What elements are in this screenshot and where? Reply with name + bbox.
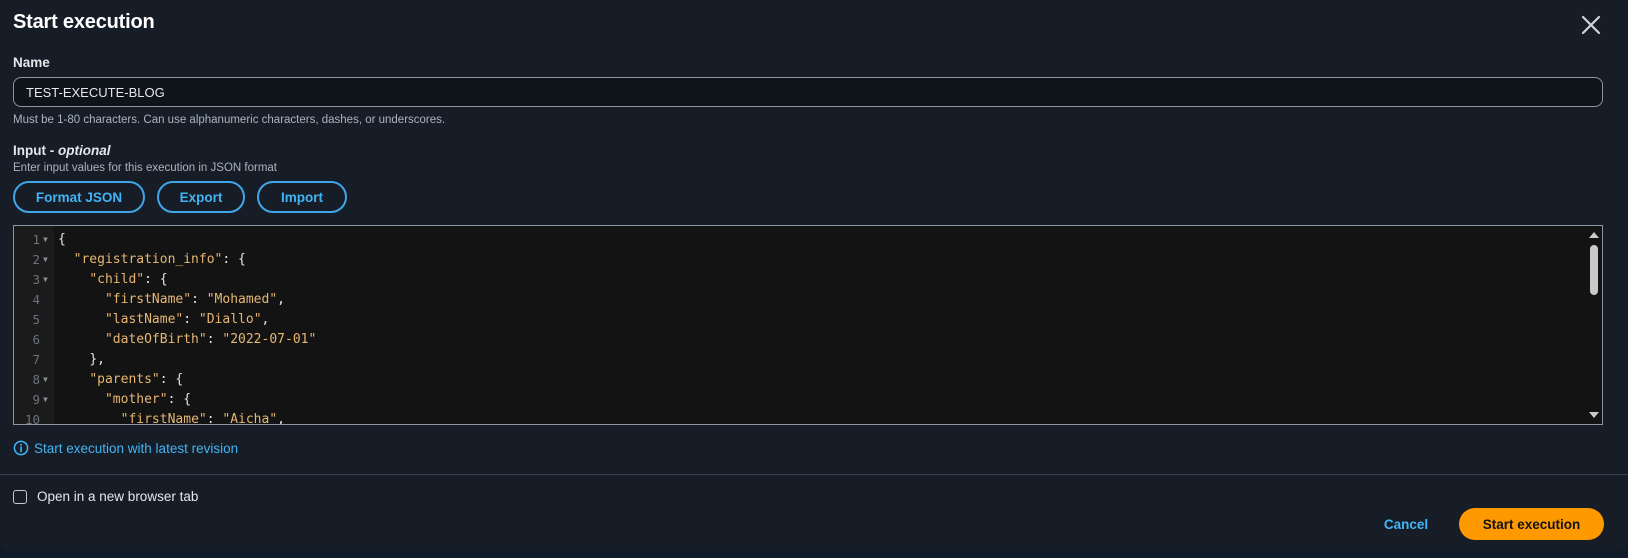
- line-number: 4: [32, 292, 40, 307]
- open-new-tab-label: Open in a new browser tab: [37, 489, 199, 504]
- code-text: },: [89, 352, 105, 367]
- code-text: "firstName": "Aicha",: [120, 412, 285, 425]
- json-string-value: "Aicha": [222, 412, 278, 425]
- line-number: 6: [32, 332, 40, 347]
- json-key: "parents": [89, 372, 160, 387]
- close-icon: [1581, 15, 1601, 35]
- input-label-text: Input -: [13, 143, 58, 158]
- editor-line: 8 ▼ "parents": {: [14, 370, 1586, 390]
- name-hint: Must be 1-80 characters. Can use alphanu…: [13, 114, 446, 126]
- editor-line: 2 ▼ "registration_info": {: [14, 250, 1586, 270]
- input-label-optional: optional: [57, 143, 111, 158]
- json-editor[interactable]: 1 ▼{2 ▼ "registration_info": {3 ▼ "child": …: [13, 225, 1603, 425]
- editor-line: 6 "dateOfBirth": "2022-07-01": [14, 330, 1586, 350]
- name-label: Name: [13, 55, 50, 70]
- editor-line: 5 "lastName": "Diallo",: [14, 310, 1586, 330]
- fold-arrow-icon[interactable]: ▼: [43, 370, 48, 390]
- line-number: 1: [32, 232, 40, 247]
- scroll-down-arrow-icon[interactable]: [1589, 412, 1599, 418]
- json-key: "firstName": [120, 412, 207, 425]
- dialog-title: Start execution: [13, 11, 155, 33]
- json-key: "lastName": [104, 312, 184, 327]
- name-input[interactable]: [13, 77, 1603, 107]
- json-key: "mother": [104, 392, 168, 407]
- line-number: 10: [24, 412, 40, 425]
- start-latest-revision-link[interactable]: Start execution with latest revision: [13, 440, 238, 456]
- code-text: {: [58, 232, 66, 247]
- json-string-value: "2022-07-01": [222, 332, 317, 347]
- import-button[interactable]: Import: [257, 181, 347, 213]
- code-text: "dateOfBirth": "2022-07-01": [104, 332, 317, 347]
- json-key: "dateOfBirth": [104, 332, 207, 347]
- code-text: "firstName": "Mohamed",: [104, 292, 285, 307]
- json-key: "registration_info": [73, 252, 223, 267]
- open-new-tab-checkbox[interactable]: [13, 489, 27, 504]
- editor-line: 3 ▼ "child": {: [14, 270, 1586, 290]
- cancel-button[interactable]: Cancel: [1376, 508, 1436, 540]
- line-number: 7: [32, 352, 40, 367]
- line-number: 5: [32, 312, 40, 327]
- code-text: "lastName": "Diallo",: [104, 312, 270, 327]
- export-button[interactable]: Export: [157, 181, 245, 213]
- start-execution-button[interactable]: Start execution: [1459, 508, 1604, 540]
- scroll-thumb[interactable]: [1590, 245, 1598, 295]
- json-string-value: "Diallo": [198, 312, 262, 327]
- line-number: 3: [32, 272, 40, 287]
- start-execution-dialog: Start execution Name Must be 1-80 charac…: [0, 0, 1628, 551]
- info-icon: [13, 440, 29, 456]
- input-label: Input - optional: [13, 143, 110, 158]
- json-key: "firstName": [104, 292, 192, 307]
- editor-scrollbar[interactable]: [1586, 226, 1602, 424]
- code-text: "mother": {: [104, 392, 192, 407]
- editor-line: 7 },: [14, 350, 1586, 370]
- fold-arrow-icon[interactable]: ▼: [43, 230, 48, 250]
- scroll-up-arrow-icon[interactable]: [1589, 232, 1599, 238]
- json-string-value: "Mohamed": [206, 292, 278, 307]
- editor-line: 1 ▼ {: [14, 230, 1586, 250]
- line-number: 9: [32, 392, 40, 407]
- fold-arrow-icon[interactable]: ▼: [43, 390, 48, 410]
- open-new-tab-row[interactable]: Open in a new browser tab: [13, 489, 198, 504]
- code-text: "parents": {: [89, 372, 184, 387]
- close-button[interactable]: [1578, 12, 1604, 38]
- code-text: "registration_info": {: [73, 252, 246, 267]
- footer-divider: [0, 474, 1628, 475]
- line-number: 8: [32, 372, 40, 387]
- editor-line: 4 "firstName": "Mohamed",: [14, 290, 1586, 310]
- format-json-button[interactable]: Format JSON: [13, 181, 145, 213]
- editor-line: 9 ▼ "mother": {: [14, 390, 1586, 410]
- input-hint: Enter input values for this execution in…: [13, 162, 277, 174]
- fold-arrow-icon[interactable]: ▼: [43, 270, 48, 290]
- editor-line: 10 "firstName": "Aicha",: [14, 410, 1586, 425]
- line-number: 2: [32, 252, 40, 267]
- code-text: "child": {: [89, 272, 168, 287]
- start-latest-revision-text: Start execution with latest revision: [34, 440, 239, 456]
- fold-arrow-icon[interactable]: ▼: [43, 250, 48, 270]
- json-key: "child": [89, 272, 145, 287]
